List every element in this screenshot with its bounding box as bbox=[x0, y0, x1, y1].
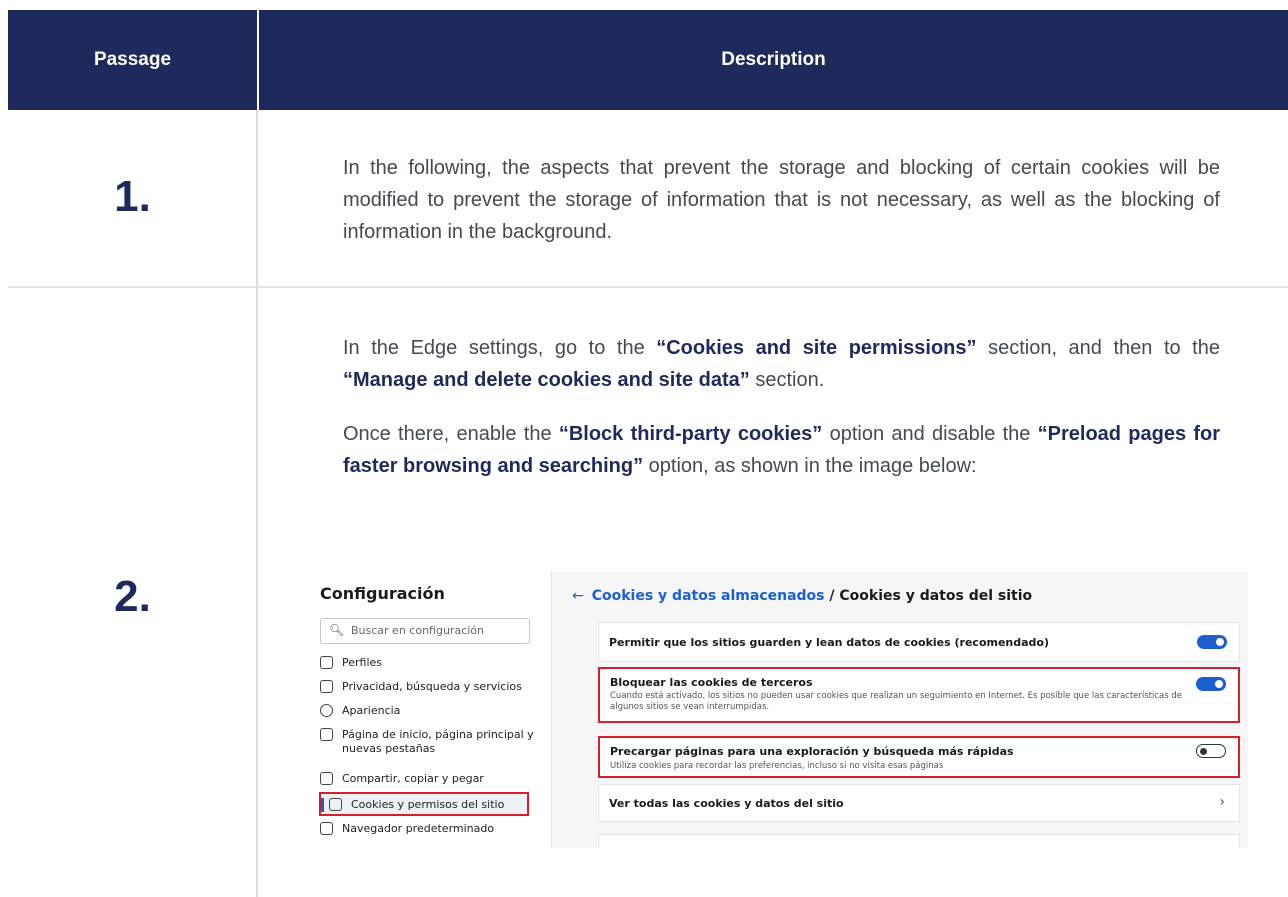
chevron-right-icon: › bbox=[1219, 794, 1225, 810]
edge-settings-screenshot: Configuración 🔍︎ Buscar en configuración… bbox=[308, 572, 1248, 848]
cookies-icon bbox=[329, 798, 342, 811]
passage-description-1: In the following, the aspects that preve… bbox=[343, 152, 1220, 248]
settings-search-input[interactable]: 🔍︎ Buscar en configuración bbox=[320, 618, 530, 644]
browser-icon bbox=[320, 822, 333, 835]
setting-allow-cookies: Permitir que los sitios guarden y lean d… bbox=[598, 622, 1240, 662]
paragraph-2: Once there, enable the “Block third-part… bbox=[343, 423, 1220, 477]
block-third-party-toggle[interactable] bbox=[1196, 677, 1226, 691]
row-divider bbox=[8, 286, 1288, 288]
passage-table: Passage Description 1. In the following,… bbox=[8, 10, 1288, 897]
home-icon bbox=[320, 728, 333, 741]
setting-see-all-cookies[interactable]: Ver todas las cookies y datos del sitio … bbox=[598, 784, 1240, 822]
preload-pages-toggle[interactable] bbox=[1196, 744, 1226, 758]
settings-sidebar: Configuración 🔍︎ Buscar en configuración… bbox=[308, 572, 552, 848]
header-passage: Passage bbox=[93, 49, 172, 70]
breadcrumb-link[interactable]: Cookies y datos almacenados bbox=[592, 588, 825, 604]
passage-text-1: In the following, the aspects that preve… bbox=[343, 157, 1220, 243]
settings-main: ← Cookies y datos almacenados / Cookies y… bbox=[552, 572, 1248, 848]
passage-number-1: 1. bbox=[114, 172, 151, 221]
profile-icon bbox=[320, 656, 333, 669]
header-description: Description bbox=[721, 49, 826, 70]
paragraph-1: In the Edge settings, go to the “Cookies… bbox=[343, 337, 1220, 391]
setting-preload-pages: Precargar páginas para una exploración y… bbox=[598, 736, 1240, 778]
search-placeholder: Buscar en configuración bbox=[351, 624, 484, 637]
settings-title: Configuración bbox=[320, 584, 445, 603]
share-icon bbox=[320, 772, 333, 785]
allow-cookies-toggle[interactable] bbox=[1197, 635, 1227, 649]
lock-icon bbox=[320, 680, 333, 693]
sidebar-item-cookies[interactable]: Cookies y permisos del sitio bbox=[319, 792, 529, 816]
table-header: Passage Description bbox=[8, 10, 1288, 110]
selected-indicator bbox=[321, 798, 324, 812]
appearance-icon bbox=[320, 704, 333, 717]
passage-description-2: In the Edge settings, go to the “Cookies… bbox=[343, 332, 1220, 482]
setting-next-card bbox=[598, 834, 1240, 848]
search-icon: 🔍︎ bbox=[329, 623, 345, 637]
breadcrumb-current: Cookies y datos del sitio bbox=[839, 588, 1033, 604]
passage-number-2: 2. bbox=[114, 572, 151, 621]
back-arrow-icon[interactable]: ← bbox=[572, 588, 584, 604]
breadcrumb: ← Cookies y datos almacenados / Cookies y… bbox=[572, 588, 1033, 604]
setting-block-third-party: Bloquear las cookies de terceros Cuando … bbox=[598, 667, 1240, 723]
column-divider bbox=[256, 110, 258, 897]
